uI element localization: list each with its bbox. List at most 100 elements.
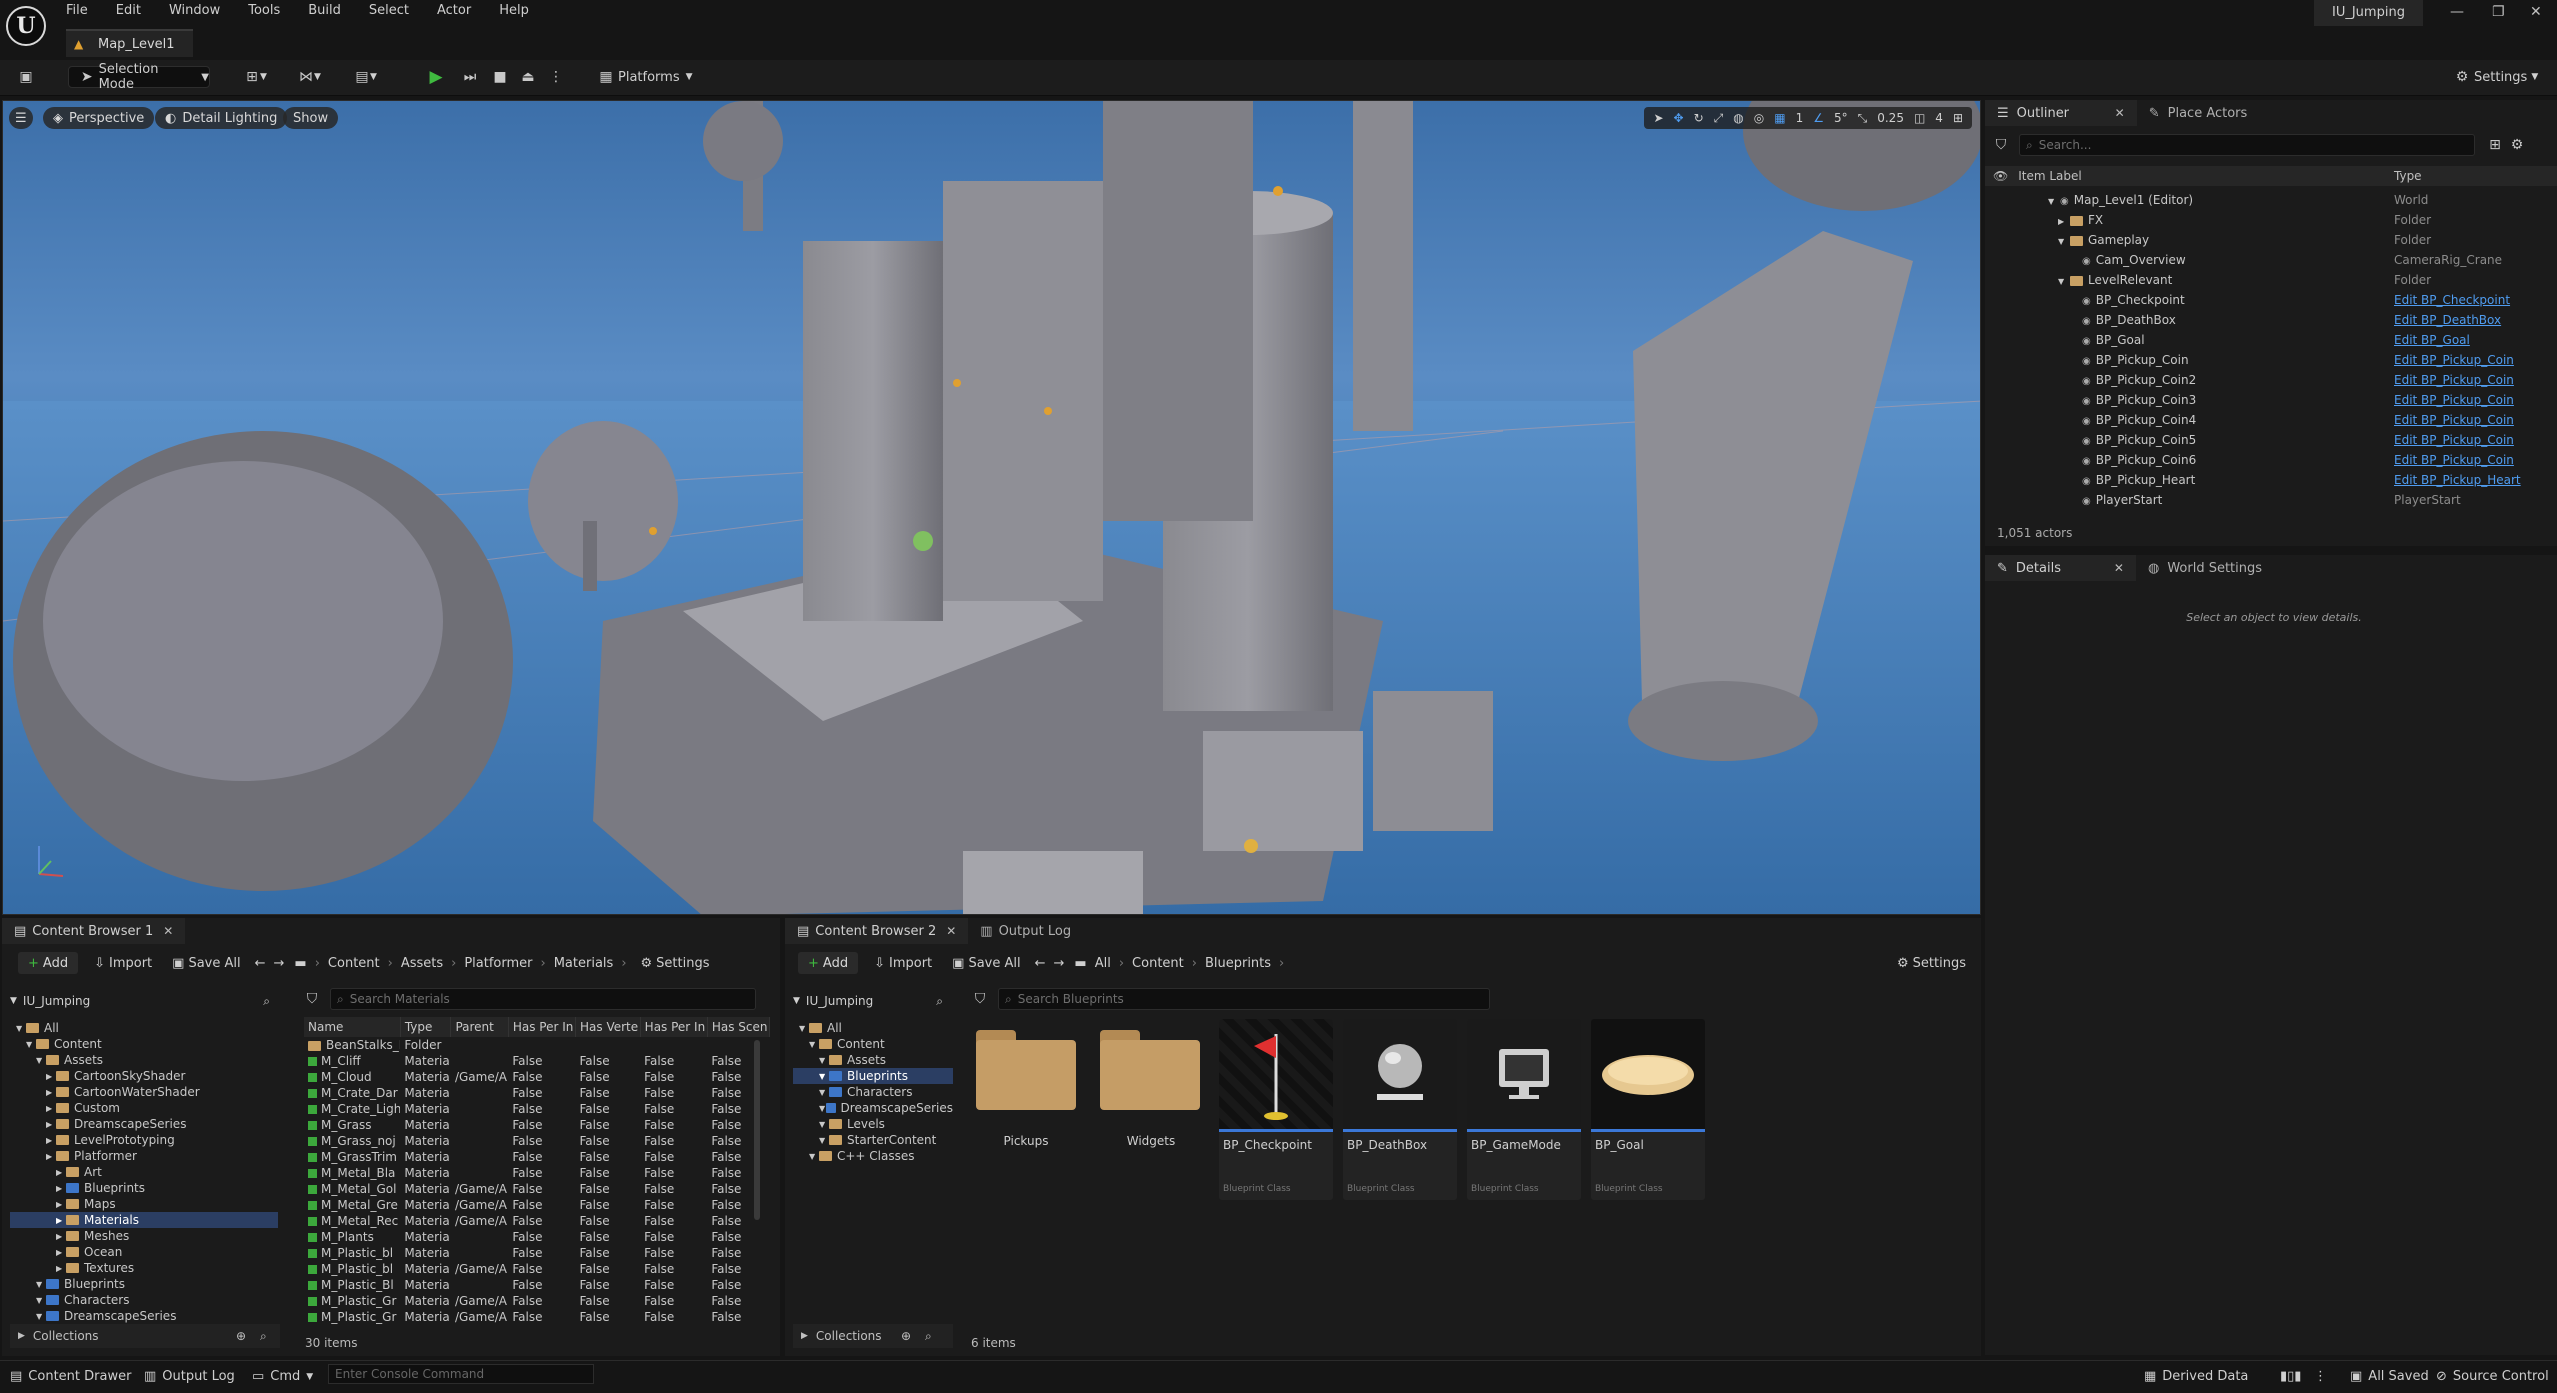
table-row[interactable]: M_Crate_Dar Materia False False False False: [304, 1085, 770, 1101]
translate-icon[interactable]: ✥: [1674, 111, 1684, 125]
source-tree-item[interactable]: ▶ CartoonSkyShader: [10, 1068, 278, 1084]
chevron-icon[interactable]: ▶: [56, 1248, 66, 1257]
source-tree-item[interactable]: ▶ Meshes: [10, 1228, 278, 1244]
table-row[interactable]: BeanStalks_I Folder: [304, 1037, 770, 1053]
import-button[interactable]: ⇩ Import: [874, 956, 932, 971]
chevron-icon[interactable]: ▶: [46, 1152, 56, 1161]
source-tree-item[interactable]: ▶ Textures: [10, 1260, 278, 1276]
outliner-row[interactable]: ◉ BP_Pickup_Coin5 Edit BP_Pickup_Coin: [2030, 430, 2550, 450]
edit-blueprint-link[interactable]: Edit BP_Pickup_Coin: [2394, 453, 2514, 467]
chevron-icon[interactable]: ▶: [56, 1264, 66, 1273]
table-row[interactable]: M_Plants Materia False False False False: [304, 1229, 770, 1245]
chevron-icon[interactable]: ▼: [819, 1136, 829, 1145]
view-mode-button[interactable]: ◐ Detail Lighting: [155, 107, 288, 129]
source-tree-item[interactable]: ▼ Content: [793, 1036, 953, 1052]
visibility-icon[interactable]: 👁: [1993, 169, 2008, 183]
outliner-row[interactable]: ◉ BP_Pickup_Heart Edit BP_Pickup_Heart: [2030, 470, 2550, 490]
close-icon[interactable]: ✕: [2530, 4, 2542, 20]
platforms-button[interactable]: ▦ Platforms ▼: [598, 66, 692, 88]
outliner-row[interactable]: ◉ PlayerStart PlayerStart: [2030, 490, 2550, 510]
source-tree-item[interactable]: ▶ Platformer: [10, 1148, 278, 1164]
settings-button[interactable]: ⚙ Settings: [1897, 956, 1966, 971]
table-row[interactable]: M_Plastic_bl Materia False False False False: [304, 1245, 770, 1261]
collections-bar-1[interactable]: ▶ Collections ⊕ ⌕: [10, 1324, 280, 1348]
chevron-icon[interactable]: ▼: [819, 1072, 829, 1081]
folder-pickups[interactable]: [976, 1030, 1076, 1110]
table-row[interactable]: M_Plastic_Gr Materia/Game/A False False Fals…: [304, 1293, 770, 1309]
scale-snap-icon[interactable]: ⤡: [1858, 111, 1868, 126]
search-icon[interactable]: ⌕: [263, 994, 270, 1009]
search-icon[interactable]: ⌕: [925, 1329, 932, 1344]
filter-icon[interactable]: ⛉: [304, 991, 320, 1007]
chevron-icon[interactable]: ▶: [56, 1168, 66, 1177]
select-icon[interactable]: ➤: [1653, 111, 1663, 125]
source-tree-item[interactable]: ▼ Content: [10, 1036, 278, 1052]
close-icon[interactable]: ✕: [163, 924, 173, 938]
add-button[interactable]: + Add: [18, 952, 79, 974]
unreal-logo-icon[interactable]: U: [6, 6, 46, 46]
level-viewport[interactable]: ☰ ◈ Perspective ◐ Detail Lighting Show ➤…: [2, 100, 1981, 915]
chevron-down-icon[interactable]: ▼: [793, 996, 800, 1006]
table-row[interactable]: M_Metal_Gol Materia/Game/A False False False…: [304, 1181, 770, 1197]
chevron-icon[interactable]: ▶: [46, 1104, 56, 1113]
table-row[interactable]: M_Crate_Ligh Materia False False False False: [304, 1101, 770, 1117]
search-icon[interactable]: ⌕: [936, 994, 943, 1009]
save-all-button[interactable]: ▣ Save All: [952, 956, 1020, 971]
edit-blueprint-link[interactable]: Edit BP_Pickup_Coin: [2394, 413, 2514, 427]
close-icon[interactable]: ✕: [2114, 561, 2124, 575]
outliner-row[interactable]: ▶ FX Folder: [2030, 210, 2550, 230]
restore-icon[interactable]: ❐: [2492, 4, 2505, 20]
grid-snap-icon[interactable]: ▦: [1774, 111, 1785, 125]
stop-icon[interactable]: ■: [492, 66, 508, 88]
table-row[interactable]: M_Cloud Materia/Game/A False False False Fals…: [304, 1069, 770, 1085]
tab-output-log[interactable]: ▥ Output Log: [968, 918, 1083, 944]
source-tree-item[interactable]: ▶ CartoonWaterShader: [10, 1084, 278, 1100]
close-icon[interactable]: ✕: [2115, 106, 2125, 120]
chevron-icon[interactable]: ▼: [36, 1312, 46, 1321]
add-button[interactable]: + Add: [798, 952, 859, 974]
selection-mode-button[interactable]: ➤ Selection Mode ▼: [68, 62, 210, 92]
source-tree-item[interactable]: ▼ Levels: [793, 1116, 953, 1132]
add-collection-icon[interactable]: ⊕: [901, 1329, 911, 1343]
edit-blueprint-link[interactable]: Edit BP_Goal: [2394, 333, 2470, 347]
chevron-icon[interactable]: ▼: [2058, 237, 2070, 246]
chevron-icon[interactable]: ▼: [26, 1040, 36, 1049]
angle-snap-icon[interactable]: ∠: [1813, 111, 1824, 125]
source-tree-item[interactable]: ▼ Blueprints: [10, 1276, 278, 1292]
menu-build[interactable]: Build: [308, 0, 341, 22]
play-icon[interactable]: ▶: [428, 66, 444, 88]
world-space-icon[interactable]: ◍: [1733, 111, 1743, 125]
table-row[interactable]: M_GrassTrim Materia False False False False: [304, 1149, 770, 1165]
menu-help[interactable]: Help: [499, 0, 529, 22]
source-tree-item[interactable]: ▶ DreamscapeSeries: [10, 1116, 278, 1132]
more-options-icon[interactable]: ⋮: [548, 66, 564, 88]
surface-snap-icon[interactable]: ◎: [1754, 111, 1764, 125]
tab-content-browser-1[interactable]: ▤ Content Browser 1 ✕: [2, 918, 186, 944]
source-tree-item[interactable]: ▼ All: [10, 1020, 278, 1036]
menu-actor[interactable]: Actor: [437, 0, 471, 22]
content-drawer-button[interactable]: ▤ Content Drawer: [10, 1369, 131, 1384]
source-tree-item[interactable]: ▼ C++ Classes: [793, 1148, 953, 1164]
show-button[interactable]: Show: [283, 107, 339, 129]
table-row[interactable]: M_Grass Materia False False False False: [304, 1117, 770, 1133]
outliner-row[interactable]: ◉ BP_Goal Edit BP_Goal: [2030, 330, 2550, 350]
menu-select[interactable]: Select: [369, 0, 409, 22]
edit-blueprint-link[interactable]: Edit BP_Pickup_Coin: [2394, 433, 2514, 447]
outliner-row[interactable]: ◉ BP_Pickup_Coin3 Edit BP_Pickup_Coin: [2030, 390, 2550, 410]
chevron-icon[interactable]: ▶: [56, 1232, 66, 1241]
trace-icon[interactable]: ▮▯▮: [2280, 1369, 2301, 1384]
source-tree-item[interactable]: ▶ Ocean: [10, 1244, 278, 1260]
source-tree-item[interactable]: ▶ Art: [10, 1164, 278, 1180]
breadcrumb-blueprints[interactable]: Blueprints: [1205, 956, 1271, 971]
table-row[interactable]: M_Cliff Materia False False False False: [304, 1053, 770, 1069]
outliner-row[interactable]: ◉ BP_Pickup_Coin Edit BP_Pickup_Coin: [2030, 350, 2550, 370]
column-item-label[interactable]: Item Label: [2018, 169, 2276, 183]
scrollbar[interactable]: [754, 1040, 760, 1220]
source-tree-item[interactable]: ▼ StarterContent: [793, 1132, 953, 1148]
tab-details[interactable]: ✎ Details ✕: [1985, 555, 2136, 581]
source-tree-item[interactable]: ▼ Characters: [10, 1292, 278, 1308]
chevron-icon[interactable]: ▶: [46, 1088, 56, 1097]
source-tree-item[interactable]: ▶ Blueprints: [10, 1180, 278, 1196]
grid-snap-value[interactable]: 1: [1796, 111, 1804, 125]
chevron-icon[interactable]: ▶: [46, 1136, 56, 1145]
